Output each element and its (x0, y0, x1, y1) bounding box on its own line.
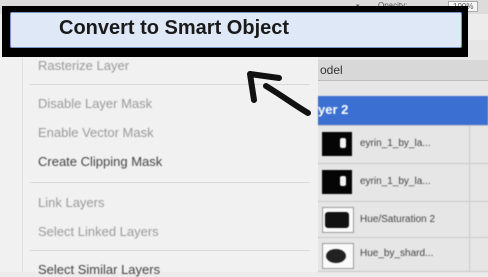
layer-thumbnail (322, 132, 352, 156)
menu-icon-gutter (22, 40, 23, 272)
menu-separator (30, 84, 310, 85)
layer-row[interactable]: eyrin_1_by_la... (318, 126, 488, 164)
layer-name: Hue/Saturation 2 (360, 214, 436, 225)
layer-thumbnail-figure (340, 176, 346, 186)
menu-item-rasterize-layer[interactable]: Rasterize Layer (38, 58, 129, 73)
layer-row-selected[interactable]: yer 2 (318, 96, 488, 126)
layer-row[interactable]: eyrin_1_by_la... (318, 164, 488, 202)
menu-item-select-linked-layers[interactable]: Select Linked Layers (38, 224, 159, 239)
layer-visibility-column[interactable] (469, 238, 488, 271)
menu-separator (30, 182, 310, 183)
layers-panel: odel yer 2 eyrin_1_by_la... eyrin_1_by_l… (318, 40, 488, 272)
layer-thumbnail (322, 207, 354, 233)
layer-name: Hue_by_shard... (360, 248, 434, 259)
layer-context-menu: Rasterize Layer Disable Layer Mask Enabl… (0, 40, 319, 277)
layer-thumbnail (322, 243, 354, 269)
layer-row[interactable]: Hue/Saturation 2 (318, 202, 488, 238)
layer-name: eyrin_1_by_la... (360, 176, 431, 187)
menu-separator (30, 250, 310, 251)
layer-thumbnail-figure (326, 249, 346, 263)
layer-name: eyrin_1_by_la... (360, 138, 431, 149)
layer-thumbnail (322, 170, 352, 194)
layer-visibility-column[interactable] (469, 164, 488, 201)
highlighted-menu-item-frame: Convert to Smart Object (2, 6, 468, 57)
menu-item-convert-to-smart-object[interactable]: Convert to Smart Object (10, 12, 462, 48)
layer-visibility-column[interactable] (469, 126, 488, 163)
menu-item-select-similar-layers[interactable]: Select Similar Layers (38, 262, 160, 277)
adjustment-mask-thumbnail (325, 212, 349, 228)
menu-item-enable-vector-mask[interactable]: Enable Vector Mask (38, 125, 154, 140)
menu-item-create-clipping-mask[interactable]: Create Clipping Mask (38, 154, 162, 169)
menu-item-label: Convert to Smart Object (59, 17, 290, 39)
menu-item-disable-layer-mask[interactable]: Disable Layer Mask (38, 96, 152, 111)
layer-thumbnail-figure (340, 138, 346, 148)
menu-item-link-layers[interactable]: Link Layers (38, 195, 104, 210)
layer-row[interactable]: Hue_by_shard... (318, 238, 488, 272)
panel-header-label: odel (320, 63, 343, 77)
layer-name: yer 2 (318, 102, 349, 117)
layer-visibility-column[interactable] (469, 202, 488, 237)
layers-panel-header: odel (318, 60, 488, 81)
